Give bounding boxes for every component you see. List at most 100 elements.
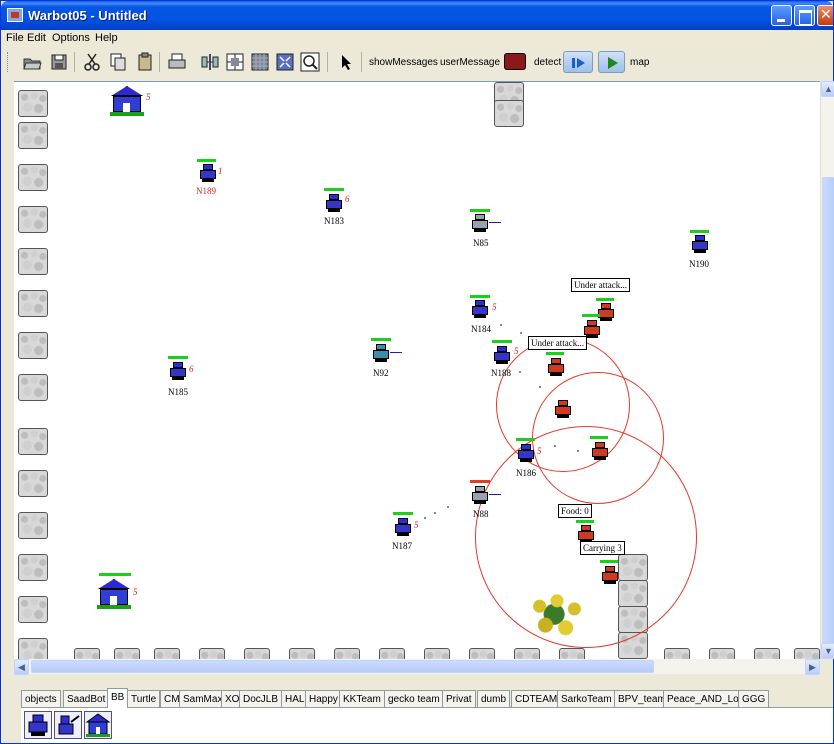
toolbar-separator <box>74 52 75 72</box>
bot-name-label: N88 <box>473 509 489 519</box>
blue-bot[interactable] <box>169 362 187 380</box>
team-base[interactable] <box>97 579 131 609</box>
tab-bb[interactable]: BB <box>107 688 129 708</box>
health-bar <box>596 298 614 301</box>
menu-help[interactable]: Help <box>95 32 118 44</box>
wall-stone <box>74 648 100 659</box>
scroll-left-button[interactable]: ◀ <box>14 659 29 675</box>
detect-button[interactable]: detect <box>534 57 561 68</box>
health-bar <box>324 188 344 191</box>
play-button[interactable] <box>598 51 625 73</box>
zoom-icon[interactable] <box>299 51 321 73</box>
health-bar <box>470 295 490 298</box>
blue-bot[interactable] <box>325 194 343 212</box>
vertical-scrollbar[interactable]: ▲ ▼ <box>820 81 834 659</box>
bot-heading <box>489 222 501 223</box>
wall-stone <box>244 648 270 659</box>
blue-bot[interactable] <box>517 444 535 462</box>
maximize-button[interactable] <box>794 5 815 26</box>
rocket-launcher-icon[interactable] <box>24 711 52 739</box>
wall-stone <box>18 374 48 401</box>
tab-kkteam[interactable]: KKTeam <box>339 690 385 708</box>
open-folder-icon[interactable] <box>21 51 43 73</box>
tab-cdteam[interactable]: CDTEAM <box>511 690 562 708</box>
print-icon[interactable] <box>166 51 188 73</box>
tab-sammax[interactable]: SamMax <box>179 690 227 708</box>
wall-stone <box>18 638 48 659</box>
horizontal-scrollbar[interactable]: ◀ ▶ <box>14 659 820 675</box>
scroll-up-button[interactable]: ▲ <box>821 81 834 97</box>
base-icon[interactable] <box>84 711 112 739</box>
wall-stone <box>154 648 180 659</box>
tab-gecko-team[interactable]: gecko team <box>384 690 444 708</box>
tab-happy[interactable]: Happy <box>305 690 342 708</box>
step-button[interactable] <box>563 51 593 73</box>
cut-icon[interactable] <box>81 51 103 73</box>
explorer-bot[interactable] <box>471 486 489 504</box>
minimize-button[interactable] <box>771 5 792 26</box>
tab-turtle[interactable]: Turtle <box>127 690 161 708</box>
grid-fill-icon[interactable] <box>249 51 271 73</box>
save-icon[interactable] <box>48 51 70 73</box>
bot-name-label: N188 <box>491 368 511 378</box>
wall-stone <box>379 648 405 659</box>
enemy-bot[interactable] <box>591 442 609 460</box>
scroll-right-button[interactable]: ▶ <box>805 659 820 675</box>
tab-sarkoteam[interactable]: SarkoTeam <box>557 690 616 708</box>
food-resource[interactable] <box>528 590 586 644</box>
pointer-icon[interactable] <box>335 51 357 73</box>
menu-file[interactable]: File <box>6 32 24 44</box>
explorer-bot[interactable] <box>471 214 489 232</box>
tab-privat[interactable]: Privat <box>442 690 476 708</box>
align-icon[interactable] <box>199 51 221 73</box>
wall-stone <box>709 648 735 659</box>
horizontal-scroll-thumb[interactable] <box>31 660 654 673</box>
wall-stone <box>18 164 48 191</box>
toolbar-grip[interactable] <box>7 52 10 72</box>
wall-stone <box>559 648 585 659</box>
show-messages-button[interactable]: showMessages <box>369 57 438 68</box>
team-base[interactable] <box>110 86 144 116</box>
blue-bot[interactable] <box>493 346 511 364</box>
enemy-bot[interactable] <box>554 400 572 418</box>
enemy-bot[interactable] <box>597 303 615 321</box>
tab-ggg[interactable]: GGG <box>738 690 770 708</box>
tab-docjlb[interactable]: DocJLB <box>239 690 283 708</box>
menu-edit[interactable]: Edit <box>27 32 46 44</box>
fit-icon[interactable] <box>274 51 296 73</box>
blue-bot[interactable] <box>691 235 709 253</box>
stop-button[interactable] <box>504 53 526 70</box>
bot-name-label: N92 <box>373 368 389 378</box>
explorer-icon[interactable] <box>54 711 82 739</box>
grid-icon[interactable] <box>224 51 246 73</box>
bot-name-label: N187 <box>392 541 412 551</box>
bot-name-label: N190 <box>689 259 709 269</box>
missile <box>434 512 436 514</box>
bot-energy-label: 1 <box>218 166 223 176</box>
blue-bot[interactable] <box>471 300 489 318</box>
explorer-bot[interactable] <box>372 344 390 362</box>
paste-icon[interactable] <box>134 51 156 73</box>
title-bar[interactable]: Warbot05 - Untitled <box>1 1 833 30</box>
blue-bot[interactable] <box>199 164 217 182</box>
map-button[interactable]: map <box>630 57 649 68</box>
tab-objects[interactable]: objects <box>21 690 61 708</box>
copy-icon[interactable] <box>107 51 129 73</box>
bot-energy-label: 5 <box>537 446 542 456</box>
scroll-down-button[interactable]: ▼ <box>821 643 834 659</box>
simulation-canvas[interactable]: 5 5 1 N189 6 N183 N85 N190 5 N184 N92 5 … <box>14 81 820 659</box>
close-button[interactable] <box>817 5 833 26</box>
app-window: Warbot05 - Untitled File Edit Options He… <box>0 0 834 744</box>
enemy-bot[interactable] <box>547 358 565 376</box>
tab-saadbot[interactable]: SaadBot <box>63 690 110 708</box>
user-message-button[interactable]: userMessage <box>440 57 500 68</box>
blue-bot[interactable] <box>394 518 412 536</box>
vertical-scroll-thumb[interactable] <box>822 177 834 653</box>
tab-dumb[interactable]: dumb <box>477 690 511 708</box>
menu-options[interactable]: Options <box>52 32 90 44</box>
bot-heading <box>390 352 402 353</box>
tab-bpv-team[interactable]: BPV_team <box>614 690 670 708</box>
enemy-bot[interactable] <box>601 566 619 584</box>
health-bar <box>590 436 608 439</box>
bot-name-label: N183 <box>324 216 344 226</box>
